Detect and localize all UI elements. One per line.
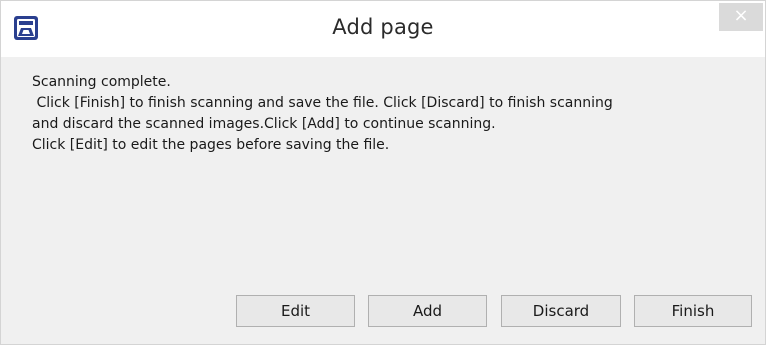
title-bar[interactable]: Add page ×	[1, 1, 765, 57]
close-icon[interactable]: ×	[733, 5, 748, 26]
finish-button[interactable]: Finish	[634, 295, 752, 327]
message-line: Click [Edit] to edit the pages before sa…	[32, 137, 390, 153]
discard-button[interactable]: Discard	[501, 295, 621, 327]
edit-button[interactable]: Edit	[236, 295, 355, 327]
message-line: Click [Finish] to finish scanning and sa…	[32, 95, 613, 111]
add-page-dialog: Add page × Scanning complete. Click [Fin…	[0, 0, 766, 345]
message-line: and discard the scanned images.Click [Ad…	[32, 116, 496, 132]
add-button[interactable]: Add	[368, 295, 487, 327]
close-button[interactable]: ×	[719, 3, 763, 31]
message-text: Scanning complete. Click [Finish] to fin…	[32, 72, 732, 156]
dialog-title: Add page	[332, 15, 434, 39]
message-line: Scanning complete.	[32, 74, 171, 90]
